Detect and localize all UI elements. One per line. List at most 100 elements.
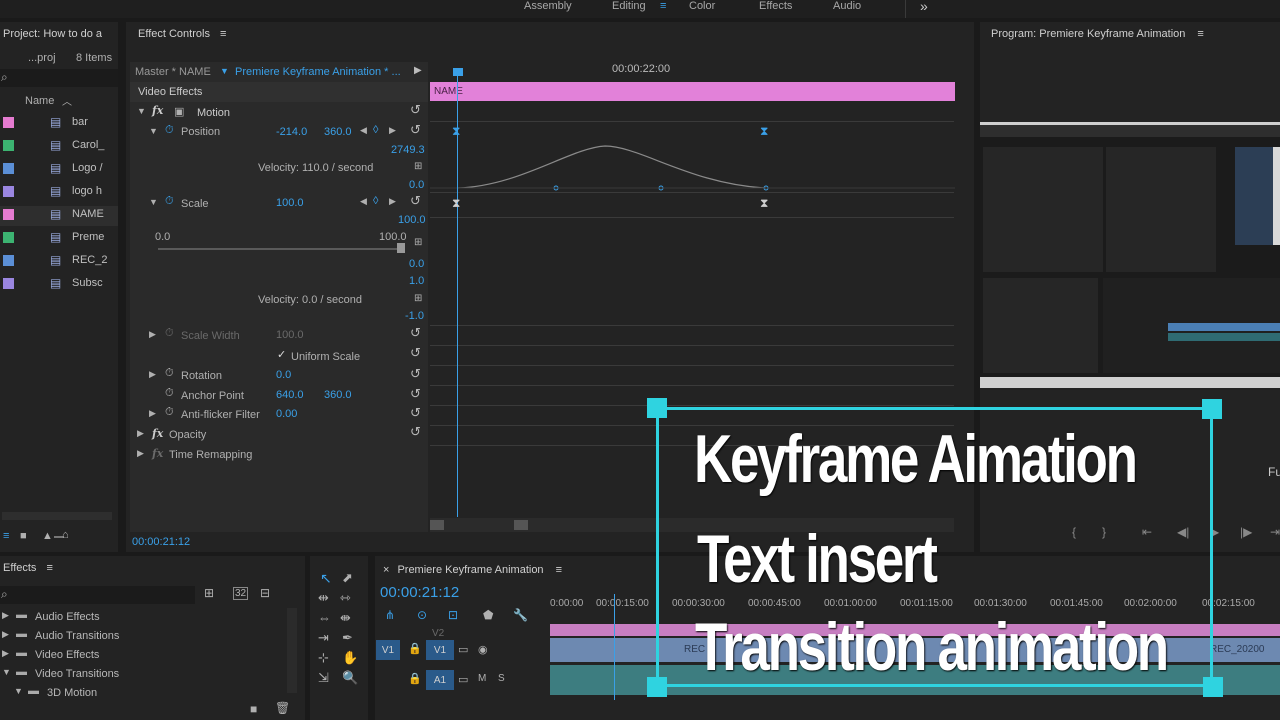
reset-icon[interactable]: ↺ [410, 405, 421, 421]
uniform-scale-checkbox[interactable]: ✓ [277, 348, 286, 361]
reset-icon[interactable]: ↺ [410, 366, 421, 382]
workspace-menu-icon[interactable]: ≡ [660, 0, 666, 16]
effects-category[interactable]: ▶ ▬ Video Effects [0, 646, 280, 664]
mute-button[interactable]: M [478, 673, 486, 684]
label-color-swatch[interactable] [3, 117, 14, 128]
scrollbar-thumb[interactable] [514, 520, 528, 530]
lock-icon[interactable]: 🔒 [408, 672, 422, 685]
step-forward-icon[interactable]: |▶ [1240, 525, 1252, 539]
effects-category[interactable]: ▶ ▬ Audio Effects [0, 608, 280, 626]
search-input[interactable]: ⌕ [0, 69, 118, 87]
ec-playhead-handle[interactable] [453, 68, 463, 76]
stopwatch-icon[interactable]: ⏱ [165, 195, 174, 208]
clip-dropdown-icon[interactable]: ▼ [220, 66, 229, 76]
effect-controls-title[interactable]: Effect Controls [138, 28, 210, 40]
track-tool-icon[interactable]: ⇲ [318, 670, 329, 686]
scale-expand-icon[interactable]: ▼ [149, 197, 158, 207]
workspace-tab-audio[interactable]: Audio [833, 0, 861, 16]
keyframe-marker[interactable]: ⧗ [760, 124, 768, 139]
fx-icon[interactable]: fx [152, 104, 163, 117]
project-scrollbar[interactable] [2, 512, 112, 520]
reset-icon[interactable]: ↺ [410, 122, 421, 138]
project-item[interactable]: ▤ Subsc [0, 275, 118, 295]
ec-timecode[interactable]: 00:00:21:12 [132, 536, 190, 548]
zoom-out-icon[interactable]: ▲ [42, 530, 53, 542]
keyframe-marker[interactable]: ⧗ [452, 196, 460, 211]
stopwatch-icon[interactable]: ⏱ [165, 124, 174, 137]
project-item[interactable]: ▤ NAME [0, 206, 118, 226]
track-select-tool-icon[interactable]: ⬈ [342, 570, 353, 586]
prev-keyframe-icon[interactable]: ◀ [360, 196, 367, 207]
label-color-swatch[interactable] [3, 278, 14, 289]
sequence-clip-label[interactable]: Premiere Keyframe Animation * ... [235, 66, 401, 78]
antiflicker-value[interactable]: 0.00 [276, 408, 297, 420]
project-item[interactable]: ▤ Carol_ [0, 137, 118, 157]
next-keyframe-icon[interactable]: ▶ [389, 125, 396, 136]
stopwatch-icon[interactable]: ⏱ [165, 406, 174, 419]
label-color-swatch[interactable] [3, 255, 14, 266]
wrench-icon[interactable]: 🔧 [513, 608, 528, 622]
velocity-graph[interactable] [430, 100, 955, 330]
storage-icon[interactable]: ⌂ [62, 529, 69, 541]
lock-icon[interactable]: 🔒 [408, 642, 422, 655]
go-to-out-icon[interactable]: ⇥ [1270, 525, 1280, 539]
collapse-arrow-icon[interactable]: ▼ [2, 667, 11, 677]
name-column-header[interactable]: Name [25, 95, 54, 107]
close-icon[interactable]: × [383, 564, 389, 576]
keyframe-marker[interactable]: ⧗ [760, 196, 768, 211]
anchor-y-value[interactable]: 360.0 [324, 389, 352, 401]
rotation-expand-icon[interactable]: ▶ [149, 369, 156, 380]
timeline-timecode[interactable]: 00:00:21:12 [380, 584, 459, 601]
reset-icon[interactable]: ↺ [410, 325, 421, 341]
motion-expand-icon[interactable]: ▼ [137, 106, 146, 116]
scale-value[interactable]: 100.0 [276, 197, 304, 209]
next-keyframe-icon[interactable]: ▶ [389, 196, 396, 207]
label-color-swatch[interactable] [3, 232, 14, 243]
snap-icon[interactable]: ⋔ [385, 608, 395, 622]
scale-width-expand-icon[interactable]: ▶ [149, 329, 156, 340]
position-x-value[interactable]: -214.0 [276, 126, 307, 138]
collapse-arrow-icon[interactable]: ▼ [14, 686, 23, 696]
panel-menu-icon[interactable]: ≡ [556, 564, 562, 576]
project-item[interactable]: ▤ Logo / [0, 160, 118, 180]
more-workspaces-icon[interactable]: » [920, 0, 928, 14]
stopwatch-icon[interactable]: ⏱ [165, 387, 174, 400]
delete-icon[interactable]: 🗑 [275, 701, 290, 715]
panel-menu-icon[interactable]: ≡ [46, 562, 52, 574]
eye-icon[interactable]: ◉ [478, 643, 488, 656]
prev-keyframe-icon[interactable]: ◀ [360, 125, 367, 136]
effects-scrollbar[interactable] [287, 608, 297, 693]
new-bin-icon[interactable]: ■ [250, 702, 257, 716]
hand-tool-icon[interactable]: ✋ [342, 650, 358, 666]
scale-slider-handle[interactable] [397, 243, 405, 253]
v1-source-target[interactable]: V1 [376, 640, 400, 660]
32bit-effects-icon[interactable]: 32 [233, 587, 249, 600]
accelerated-effects-icon[interactable]: ⊞ [204, 586, 214, 600]
effects-search-input[interactable]: ⌕ [0, 586, 195, 604]
zoom-tool-icon[interactable]: ⊹ [318, 650, 329, 666]
panel-menu-icon[interactable]: ≡ [1197, 28, 1203, 40]
slide-tool-icon[interactable]: ⇼ [340, 610, 351, 626]
workspace-tab-color[interactable]: Color [689, 0, 715, 16]
label-color-swatch[interactable] [3, 140, 14, 151]
effects-title[interactable]: Effects [3, 562, 36, 574]
project-item[interactable]: ▤ REC_2 [0, 252, 118, 272]
pen-tool-icon[interactable]: ✒ [342, 630, 353, 646]
fx-icon[interactable]: fx [152, 427, 163, 440]
expand-arrow-icon[interactable]: ▶ [2, 648, 9, 659]
panel-menu-icon[interactable]: ≡ [220, 28, 226, 40]
stopwatch-icon[interactable]: ⏱ [165, 367, 174, 380]
scrollbar-thumb[interactable] [430, 520, 444, 530]
razor-tool-icon[interactable]: ⇥ [318, 630, 329, 646]
motion-transform-icon[interactable]: ▣ [174, 105, 184, 118]
add-keyframe-icon[interactable]: ◊ [373, 124, 378, 136]
icon-view-icon[interactable]: ■ [20, 530, 27, 542]
master-clip-label[interactable]: Master * NAME [135, 66, 211, 78]
project-item[interactable]: ▤ Preme [0, 229, 118, 249]
label-color-swatch[interactable] [3, 186, 14, 197]
graph-toggle-icon[interactable]: ⊞ [414, 237, 422, 248]
time-remap-expand-icon[interactable]: ▶ [137, 448, 144, 459]
effects-category[interactable]: ▶ ▬ Audio Transitions [0, 627, 280, 645]
expand-arrow-icon[interactable]: ▶ [2, 610, 9, 621]
project-item[interactable]: ▤ logo h [0, 183, 118, 203]
